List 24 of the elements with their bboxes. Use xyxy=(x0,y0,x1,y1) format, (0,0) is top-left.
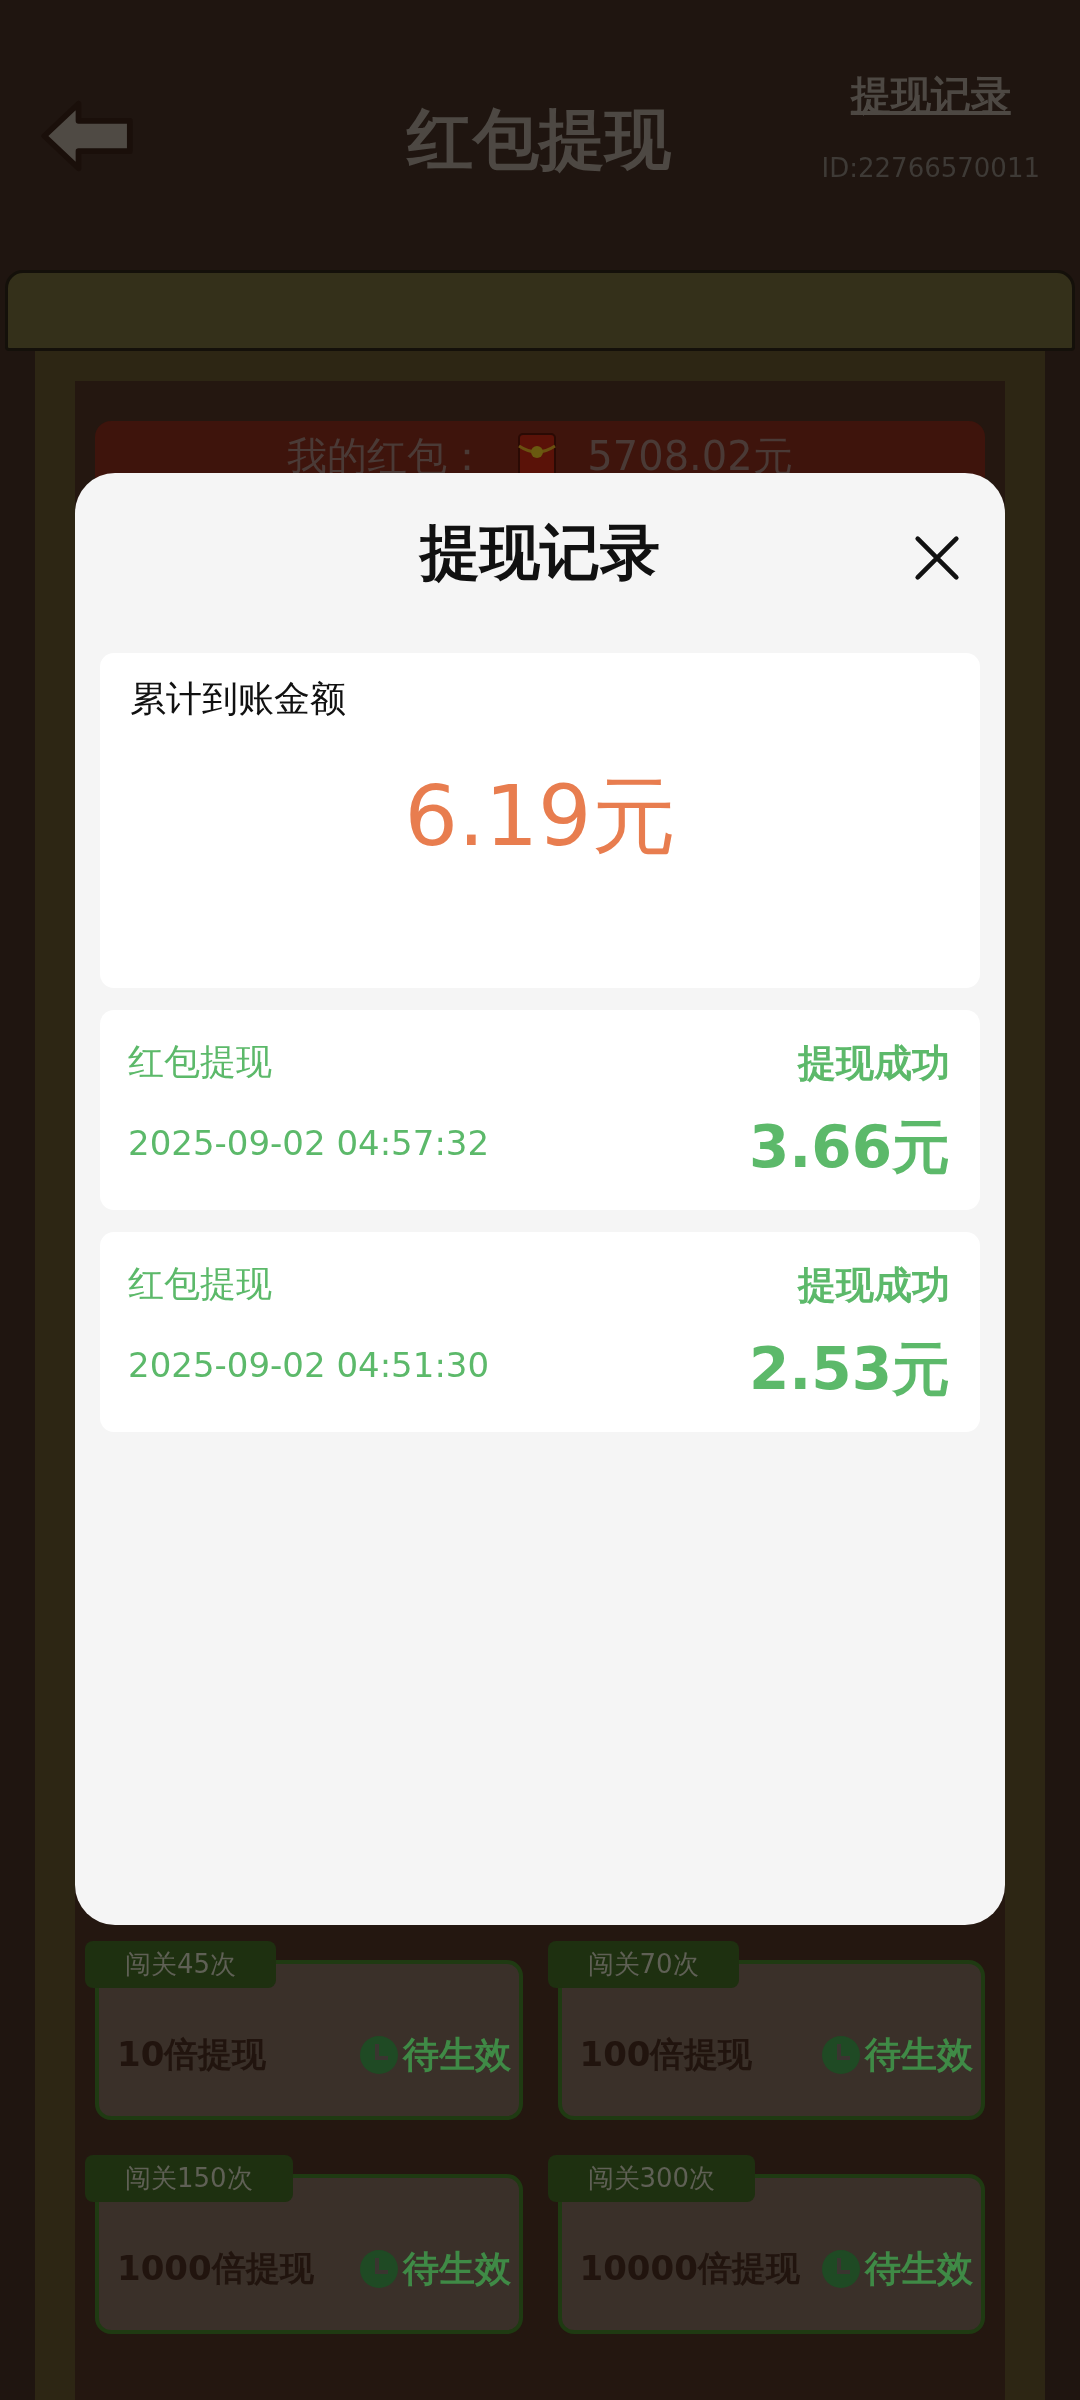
record-status: 提现成功 xyxy=(798,1262,950,1309)
record-title: 红包提现 xyxy=(128,1262,272,1306)
task-status: 待生效 xyxy=(865,2032,973,2077)
clock-icon xyxy=(821,2035,861,2075)
summary-label: 累计到账金额 xyxy=(130,677,346,721)
clock-icon xyxy=(821,2249,861,2289)
task-status: 待生效 xyxy=(865,2246,973,2291)
record-amount: 3.66元 xyxy=(748,1112,950,1183)
task-tag: 闯关45次 xyxy=(85,1941,277,1988)
record-time: 2025-09-02 04:51:30 xyxy=(128,1345,490,1385)
task-status: 待生效 xyxy=(402,2032,511,2077)
summary-amount: 6.19元 xyxy=(404,766,676,867)
close-icon[interactable] xyxy=(914,535,960,581)
record-time: 2025-09-02 04:57:32 xyxy=(128,1123,490,1163)
dialog-title: 提现记录 xyxy=(420,515,660,589)
task-tag: 闯关150次 xyxy=(85,2155,293,2202)
record-amount: 2.53元 xyxy=(748,1334,950,1405)
clock-icon xyxy=(358,2249,399,2289)
task-tag: 闯关300次 xyxy=(547,2155,756,2202)
task-status: 待生效 xyxy=(402,2246,511,2291)
task-tag: 闯关70次 xyxy=(547,1941,739,1988)
record-title: 红包提现 xyxy=(128,1040,272,1084)
record-status: 提现成功 xyxy=(798,1040,950,1087)
clock-icon xyxy=(358,2035,399,2075)
